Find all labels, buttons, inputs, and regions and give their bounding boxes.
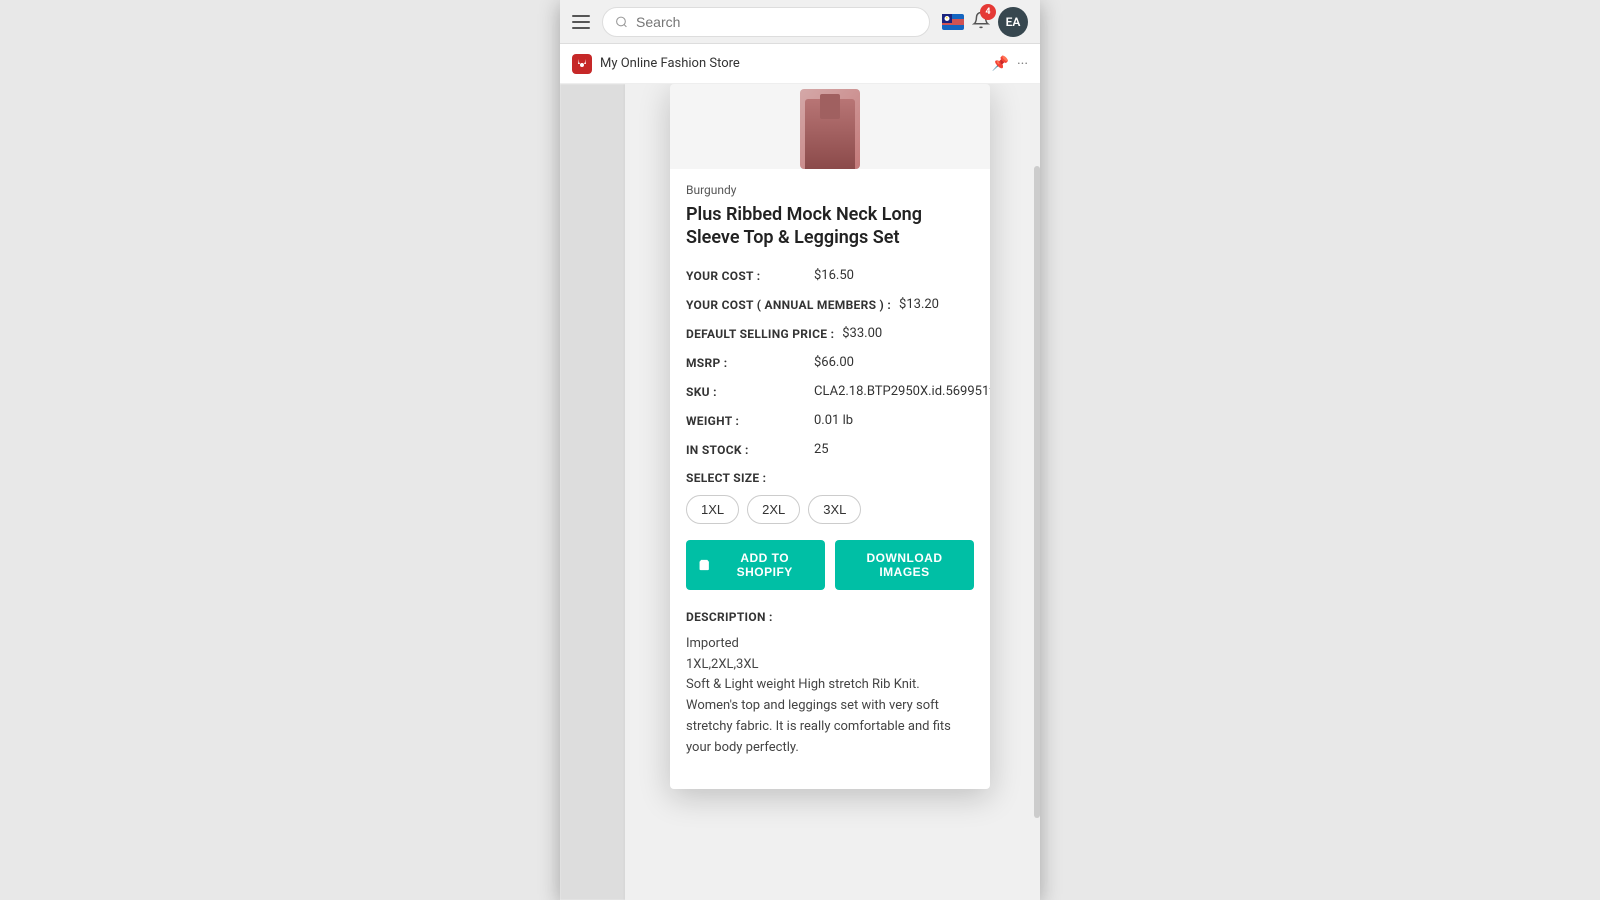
scrollbar-track[interactable] — [1034, 84, 1040, 900]
msrp-row: MSRP : $66.00 — [686, 355, 974, 370]
notification-count-badge: 4 — [980, 4, 996, 20]
scrollbar-thumb[interactable] — [1034, 166, 1040, 819]
in-stock-label: IN STOCK : — [686, 442, 806, 457]
sidebar-bg — [560, 84, 625, 900]
pin-icon[interactable]: 📌 — [992, 56, 1009, 72]
description-label: DESCRIPTION : — [686, 610, 974, 624]
size-btn-2xl[interactable]: 2XL — [747, 495, 800, 524]
your-cost-annual-value: $13.20 — [899, 297, 974, 312]
top-icons: 4 EA — [942, 7, 1028, 37]
in-stock-row: IN STOCK : 25 — [686, 442, 974, 457]
product-image-area — [670, 84, 990, 169]
default-selling-price-label: DEFAULT SELLING PRICE : — [686, 326, 834, 341]
your-cost-annual-row: YOUR COST ( ANNUAL MEMBERS ) : $13.20 — [686, 297, 974, 312]
description-text: Imported 1XL,2XL,3XL Soft & Light weight… — [686, 634, 974, 759]
desc-line-3: Soft & Light weight High stretch Rib Kni… — [686, 675, 974, 758]
action-buttons: ADD TO SHOPIFY DOWNLOAD IMAGES — [686, 540, 974, 590]
size-label-row: SELECT SIZE : — [686, 471, 974, 485]
main-content: Burgundy Plus Ribbed Mock Neck Long Slee… — [560, 84, 1040, 900]
select-size-label: SELECT SIZE : — [686, 471, 766, 485]
flag-icon[interactable] — [942, 14, 964, 30]
add-to-shopify-button[interactable]: ADD TO SHOPIFY — [686, 540, 825, 590]
desc-line-1: Imported — [686, 634, 974, 655]
description-section: DESCRIPTION : Imported 1XL,2XL,3XL Soft … — [686, 610, 974, 759]
product-color: Burgundy — [686, 183, 974, 197]
product-detail-modal: Burgundy Plus Ribbed Mock Neck Long Slee… — [670, 84, 990, 789]
user-avatar[interactable]: EA — [998, 7, 1028, 37]
sku-value: CLA2.18.BTP2950X.id.569951f — [814, 384, 990, 399]
search-icon — [615, 15, 628, 29]
msrp-label: MSRP : — [686, 355, 806, 370]
store-name-label: My Online Fashion Store — [600, 56, 984, 71]
weight-label: WEIGHT : — [686, 413, 806, 428]
modal-body: Burgundy Plus Ribbed Mock Neck Long Slee… — [670, 169, 990, 789]
search-bar[interactable] — [602, 7, 930, 37]
default-selling-price-row: DEFAULT SELLING PRICE : $33.00 — [686, 326, 974, 341]
in-stock-value: 25 — [814, 442, 974, 457]
your-cost-value: $16.50 — [814, 268, 974, 283]
size-btn-1xl[interactable]: 1XL — [686, 495, 739, 524]
hamburger-menu-icon[interactable] — [572, 15, 590, 29]
more-options-icon[interactable]: ··· — [1017, 56, 1028, 72]
desc-line-2: 1XL,2XL,3XL — [686, 655, 974, 676]
your-cost-row: YOUR COST : $16.50 — [686, 268, 974, 283]
your-cost-annual-label: YOUR COST ( ANNUAL MEMBERS ) : — [686, 297, 891, 312]
msrp-value: $66.00 — [814, 355, 974, 370]
store-icon — [572, 54, 592, 74]
weight-value: 0.01 lb — [814, 413, 974, 428]
store-bar: My Online Fashion Store 📌 ··· — [560, 44, 1040, 84]
weight-row: WEIGHT : 0.01 lb — [686, 413, 974, 428]
your-cost-label: YOUR COST : — [686, 268, 806, 283]
download-images-button[interactable]: DOWNLOAD IMAGES — [835, 540, 974, 590]
browser-top-bar: 4 EA — [560, 0, 1040, 44]
size-section: SELECT SIZE : 1XL 2XL 3XL — [686, 471, 974, 524]
search-input[interactable] — [636, 14, 917, 30]
size-buttons-group: 1XL 2XL 3XL — [686, 495, 974, 524]
shopify-cart-icon — [698, 558, 710, 572]
sku-row: SKU : CLA2.18.BTP2950X.id.569951f — [686, 384, 974, 399]
size-btn-3xl[interactable]: 3XL — [808, 495, 861, 524]
product-title: Plus Ribbed Mock Neck Long Sleeve Top & … — [686, 203, 974, 250]
product-thumbnail — [800, 89, 860, 169]
sku-label: SKU : — [686, 384, 806, 399]
notification-bell[interactable]: 4 — [972, 10, 990, 34]
default-selling-price-value: $33.00 — [842, 326, 974, 341]
